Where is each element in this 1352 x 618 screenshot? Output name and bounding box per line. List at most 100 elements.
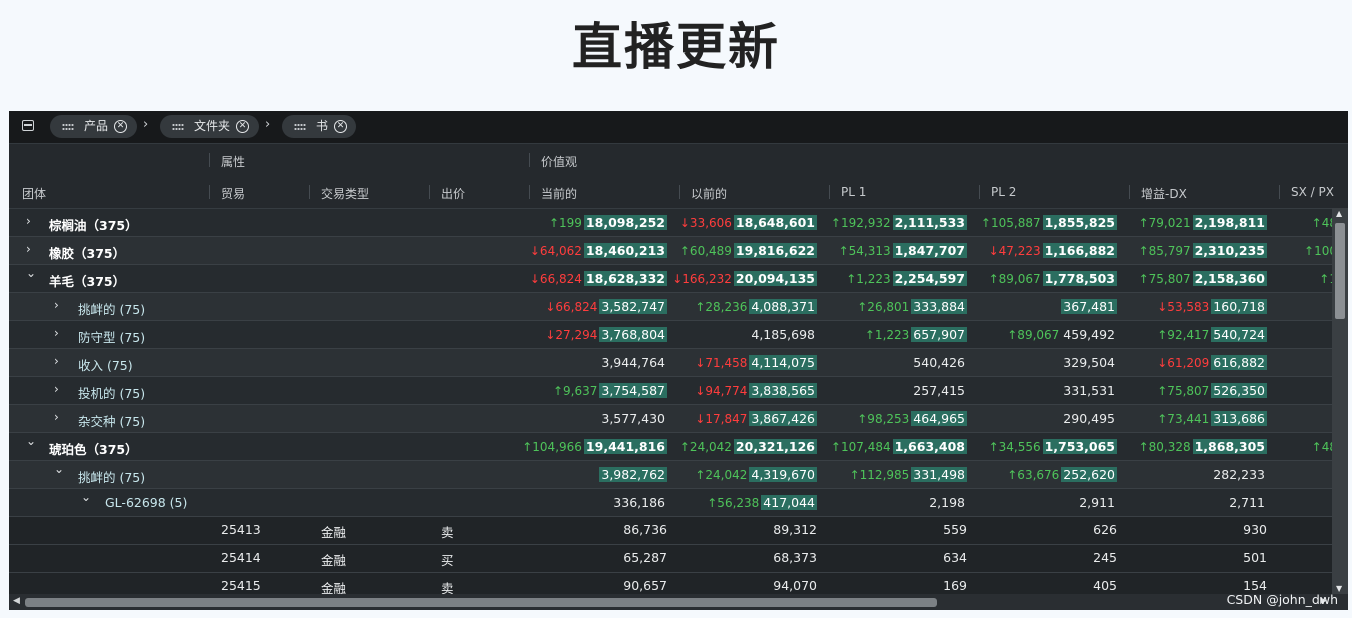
col-header-pl1[interactable]: PL 1 [841,185,866,199]
col-header-deal-type[interactable]: 交易类型 [321,185,369,202]
cell-gain: 930 [1243,522,1267,537]
group-row[interactable]: › 棕榈油（375） ↑199 18,098,252 ↓33,606 18,648,601… [9,209,1337,237]
sub-group-row[interactable]: › 收入 (75) 3,944,764 ↓71,458 4,114,075 540,426… [9,349,1332,377]
col-header-previous[interactable]: 以前的 [691,185,727,202]
group-chip-folder[interactable]: 文件夹 ✕ [160,115,259,138]
cell-value: 616,882 [1211,355,1267,370]
scroll-up-icon[interactable]: ▲ [1336,209,1342,218]
remove-chip-icon[interactable]: ✕ [334,120,348,133]
group-label: 杂交种 (75) [78,414,146,429]
scroll-left-icon[interactable]: ◀ [13,596,20,606]
cell-value: 333,884 [911,299,967,314]
change-delta: ↑1,223 [864,328,910,342]
group-row[interactable]: › 橡胶（375） ↓64,062 18,460,213 ↑60,489 19,816,6… [9,237,1337,265]
cell-gain: 154 [1243,578,1267,593]
cell-bid: 卖 [441,525,454,540]
expand-chevron-icon[interactable]: › [26,242,36,256]
drag-grip-icon[interactable] [62,122,74,131]
col-header-pl2[interactable]: PL 2 [991,185,1016,199]
cell-value: 290,495 [1063,411,1115,426]
value-cell: 3,577,430 [599,410,667,427]
col-header-sx-px[interactable]: SX / PX [1291,185,1334,199]
cell-pl2: 626 [1093,522,1117,537]
group-chip-book[interactable]: 书 ✕ [282,115,356,138]
change-delta: ↑79,021 [1138,216,1191,230]
change-delta: ↓53,583 [1157,300,1210,314]
value-cell: 3,982,762 [599,466,667,483]
row-group-toolbar: 产品 ✕ › 文件夹 ✕ › 书 ✕ [9,111,1348,144]
collapse-chevron-icon[interactable]: ⌄ [54,462,64,476]
cell-value: 4,114,075 [749,355,817,370]
header-group-values: 价值观 [541,155,578,169]
value-cell: ↓61,209 616,882 [1157,354,1267,371]
drag-grip-icon[interactable] [172,122,184,131]
header-row: 团体 贸易 交易类型 出价 当前的 以前的 PL 1 PL 2 增益-DX SX… [9,176,1348,209]
cell-prev: 89,312 [773,522,817,537]
cell-value: 4,319,670 [749,467,817,482]
cell-pl2: 245 [1093,550,1117,565]
change-delta: ↓166,232 [672,272,732,286]
table-row[interactable]: 25413 金融 卖 86,736 89,312 559 626 930 [9,517,1332,545]
cell-value: 1,778,503 [1042,271,1117,286]
vertical-scroll-thumb[interactable] [1335,223,1345,319]
horizontal-scrollbar[interactable]: ◀ ▶ [9,594,1348,610]
cell-pl1: 634 [943,550,967,565]
col-header-gain-dx[interactable]: 增益-DX [1141,185,1187,202]
change-delta: ↓66,824 [529,272,582,286]
change-delta: ↑1,223 [846,272,891,286]
change-delta: ↑105,887 [980,216,1041,230]
cell-value: 2,254,597 [892,271,967,286]
col-header-group[interactable]: 团体 [22,185,46,202]
collapse-chevron-icon[interactable]: ⌄ [26,266,36,280]
cell-value: 2,198 [929,495,965,510]
collapse-chevron-icon[interactable]: ⌄ [81,490,91,504]
change-delta: ↑112,985 [849,468,910,482]
cell-value: 329,504 [1063,355,1115,370]
value-cell: ↑105,887 1,855,825 [981,214,1117,231]
value-cell: ↓27,294 3,768,804 [545,326,667,343]
expand-chevron-icon[interactable]: › [54,382,64,396]
cell-value: 3,944,764 [601,355,665,370]
expand-chevron-icon[interactable]: › [54,298,64,312]
col-header-current[interactable]: 当前的 [541,185,577,202]
sub-group-row[interactable]: › 防守型 (75) ↓27,294 3,768,804 4,185,698 ↑1,223… [9,321,1332,349]
group-row[interactable]: ⌄ 琥珀色（375） ↑104,966 19,441,816 ↑24,042 20,321… [9,433,1337,461]
cell-value: 3,838,565 [749,383,817,398]
expand-chevron-icon[interactable]: › [54,410,64,424]
cell-value: 2,911 [1079,495,1115,510]
value-cell: ↑34,556 1,753,065 [989,438,1117,455]
cell-trade: 25415 [221,578,261,593]
collapse-chevron-icon[interactable]: ⌄ [26,434,36,448]
group-label: 挑衅的 (75) [78,470,146,485]
group-row[interactable]: ⌄ 羊毛（375） ↓66,824 18,628,332 ↓166,232 20,094,… [9,265,1337,293]
cell-value: 19,816,622 [733,243,817,258]
row-group-panel-icon[interactable] [22,120,34,131]
group-chip-product[interactable]: 产品 ✕ [50,115,137,138]
expand-chevron-icon[interactable]: › [54,354,64,368]
remove-chip-icon[interactable]: ✕ [236,120,250,133]
sub-group-row[interactable]: › 投机的 (75) ↑9,637 3,754,587 ↓94,774 3,838,565… [9,377,1332,405]
cell-value: 4,088,371 [749,299,817,314]
drag-grip-icon[interactable] [294,122,306,131]
value-cell: ↑28,236 4,088,371 [695,298,817,315]
horizontal-scroll-thumb[interactable] [25,598,937,607]
value-cell: ↑75,807 526,350 [1157,382,1267,399]
sub-group-row[interactable]: › 挑衅的 (75) ↓66,824 3,582,747 ↑28,236 4,088,37… [9,293,1332,321]
sub-group-row[interactable]: › 杂交种 (75) 3,577,430 ↓17,847 3,867,426 ↑98,25… [9,405,1332,433]
cell-value: 459,492 [1063,327,1115,342]
cell-value: 4,185,698 [751,327,815,342]
cell-pl1: 169 [943,578,967,593]
table-row[interactable]: 25414 金融 买 65,287 68,373 634 245 501 [9,545,1332,573]
expand-chevron-icon[interactable]: › [26,214,36,228]
col-header-trade[interactable]: 贸易 [221,185,245,202]
expand-chevron-icon[interactable]: › [54,326,64,340]
change-delta: ↑89,067 [988,272,1041,286]
vertical-scrollbar[interactable]: ▲ ▼ [1332,208,1348,594]
cell-value: 336,186 [613,495,665,510]
remove-chip-icon[interactable]: ✕ [114,120,128,133]
col-header-bid[interactable]: 出价 [441,185,465,202]
page-title: 直播更新 [572,18,780,76]
sub-group-row[interactable]: ⌄ GL-62698 (5) 336,186 ↑56,238 417,044 2,198 2… [9,489,1332,517]
sub-group-row[interactable]: ⌄ 挑衅的 (75) 3,982,762 ↑24,042 4,319,670 ↑112,9… [9,461,1332,489]
change-delta: ↑98,253 [857,412,910,426]
